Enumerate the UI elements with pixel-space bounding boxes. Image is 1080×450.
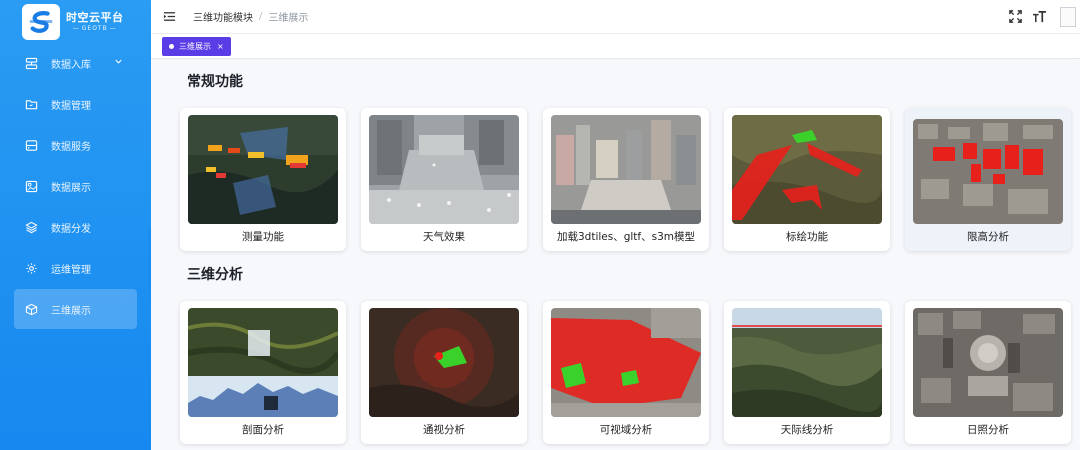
brand: 时空云平台 GEOTB xyxy=(0,0,151,44)
server-icon xyxy=(24,138,38,152)
layers-icon xyxy=(24,220,38,234)
sidebar: 时空云平台 GEOTB 数据入库 数据管理 xyxy=(0,0,151,450)
sidebar-item-data-management[interactable]: 数据管理 xyxy=(14,84,137,124)
thumbnail-plot xyxy=(732,115,882,224)
card-label: 天际线分析 xyxy=(780,424,834,436)
brand-title: 时空云平台 xyxy=(66,11,124,24)
card-label: 日照分析 xyxy=(967,424,1009,436)
sidebar-item-label: 数据展示 xyxy=(51,182,91,194)
section-title-3d-analysis: 三维分析 xyxy=(187,267,243,283)
card-load-models[interactable]: 加载3dtiles、gltf、s3m模型 xyxy=(543,108,709,251)
card-sightline[interactable]: 通视分析 xyxy=(361,301,527,444)
thumbnail-sightline xyxy=(369,308,519,417)
folder-icon xyxy=(24,97,38,111)
database-input-icon xyxy=(24,56,38,70)
tab-label: 三维展示 xyxy=(179,41,211,51)
thumbnail-weather xyxy=(369,115,519,224)
breadcrumb: 三维功能模块 / 三维展示 xyxy=(193,9,308,24)
top-header: 三维功能模块 / 三维展示 xyxy=(151,0,1080,34)
sidebar-item-label: 数据入库 xyxy=(51,59,91,71)
tabs-bar: 三维展示 × xyxy=(151,34,1080,59)
card-label: 限高分析 xyxy=(967,231,1009,243)
close-icon[interactable]: × xyxy=(217,42,224,51)
sidebar-nav: 数据入库 数据管理 数据服务 数据展示 数据分发 运维管理 三维展示 xyxy=(0,43,151,329)
card-height-limit[interactable]: 限高分析 xyxy=(905,108,1071,251)
card-label: 天气效果 xyxy=(423,231,465,243)
thumbnail-viewshed xyxy=(551,308,701,417)
active-dot-icon xyxy=(169,43,174,49)
platform-logo xyxy=(22,4,60,40)
card-label: 标绘功能 xyxy=(786,231,828,243)
display-icon xyxy=(24,179,38,193)
fullscreen-icon[interactable] xyxy=(1004,6,1026,28)
sidebar-item-label: 数据服务 xyxy=(51,141,91,153)
cube-icon xyxy=(24,302,38,316)
card-label: 剖面分析 xyxy=(242,424,284,436)
breadcrumb-item[interactable]: 三维功能模块 xyxy=(193,9,253,24)
card-skyline[interactable]: 天际线分析 xyxy=(724,301,890,444)
sidebar-item-operations[interactable]: 运维管理 xyxy=(14,248,137,288)
brand-subtitle: GEOTB xyxy=(71,25,119,33)
menu-fold-icon[interactable] xyxy=(163,10,177,24)
thumbnail-models xyxy=(551,115,701,224)
card-label: 通视分析 xyxy=(423,424,465,436)
sidebar-item-data-display[interactable]: 数据展示 xyxy=(14,166,137,206)
font-size-icon[interactable] xyxy=(1028,6,1050,28)
card-sunlight[interactable]: 日照分析 xyxy=(905,301,1071,444)
card-viewshed[interactable]: 可视域分析 xyxy=(543,301,709,444)
card-plot[interactable]: 标绘功能 xyxy=(724,108,890,251)
breadcrumb-separator: / xyxy=(259,11,263,22)
card-weather[interactable]: 天气效果 xyxy=(361,108,527,251)
sidebar-item-label: 数据分发 xyxy=(51,223,91,235)
breadcrumb-current: 三维展示 xyxy=(268,13,309,24)
card-profile[interactable]: 剖面分析 xyxy=(180,301,346,444)
thumbnail-sunlight xyxy=(913,308,1063,417)
sidebar-item-label: 三维展示 xyxy=(51,305,91,317)
user-avatar[interactable] xyxy=(1060,6,1076,27)
chevron-down-icon xyxy=(114,57,123,69)
card-measure[interactable]: 测量功能 xyxy=(180,108,346,251)
thumbnail-measure xyxy=(188,115,338,224)
sidebar-item-label: 数据管理 xyxy=(51,100,91,112)
thumbnail-height-limit xyxy=(913,119,1063,224)
sidebar-item-data-distribution[interactable]: 数据分发 xyxy=(14,207,137,247)
section-title-general: 常规功能 xyxy=(187,74,243,90)
main-content: 常规功能 测量功能 天气效果 加载3dtiles、gltf、s3m模型 标绘功能… xyxy=(151,60,1080,450)
sidebar-item-data-service[interactable]: 数据服务 xyxy=(14,125,137,165)
sidebar-item-data-input[interactable]: 数据入库 xyxy=(14,43,137,83)
card-label: 加载3dtiles、gltf、s3m模型 xyxy=(556,231,695,243)
sidebar-item-label: 运维管理 xyxy=(51,264,91,276)
thumbnail-skyline xyxy=(732,308,882,417)
tab-3d-display[interactable]: 三维展示 × xyxy=(162,36,231,56)
card-label: 测量功能 xyxy=(242,231,284,243)
thumbnail-profile xyxy=(188,308,338,417)
sidebar-item-3d-display[interactable]: 三维展示 xyxy=(14,289,137,329)
card-label: 可视域分析 xyxy=(599,424,653,436)
gear-icon xyxy=(24,261,38,275)
